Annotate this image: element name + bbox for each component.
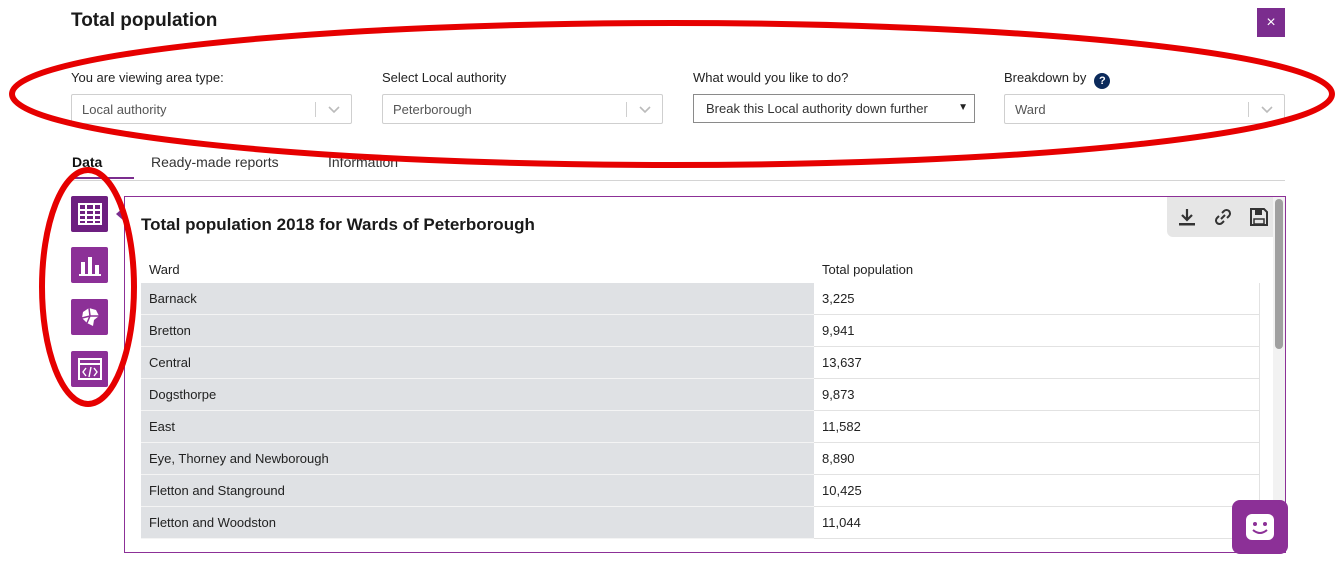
ward-cell: Barnack xyxy=(141,283,814,315)
ward-cell: Bretton xyxy=(141,314,814,347)
table-icon xyxy=(77,203,102,225)
population-cell: 13,637 xyxy=(814,346,1260,379)
active-view-pointer xyxy=(116,207,124,221)
link-button[interactable] xyxy=(1213,207,1233,227)
table-header-row: Ward Total population xyxy=(141,255,1260,283)
map-icon xyxy=(81,307,99,326)
table-row: Bretton 9,941 xyxy=(141,314,1260,347)
tab-information[interactable]: Information xyxy=(328,154,398,170)
select-separator xyxy=(1248,102,1249,117)
population-cell: 11,582 xyxy=(814,410,1260,443)
local-authority-value: Peterborough xyxy=(393,101,472,117)
table-row: Barnack 3,225 xyxy=(141,283,1260,315)
column-header-ward[interactable]: Ward xyxy=(141,255,814,283)
local-authority-select[interactable]: Peterborough xyxy=(382,94,663,124)
bar-chart-icon xyxy=(78,257,101,276)
panel-toolbar xyxy=(1167,197,1275,237)
ward-cell: East xyxy=(141,410,814,443)
tab-data[interactable]: Data xyxy=(72,154,102,170)
ward-cell: Fletton and Woodston xyxy=(141,506,814,539)
population-cell: 10,425 xyxy=(814,474,1260,507)
save-icon xyxy=(1250,208,1268,226)
embed-view-button[interactable] xyxy=(71,351,108,387)
chevron-down-icon xyxy=(1261,106,1273,114)
population-cell: 8,890 xyxy=(814,442,1260,475)
table-view-button[interactable] xyxy=(71,196,108,232)
action-value: Break this Local authority down further xyxy=(706,101,928,116)
area-type-label: You are viewing area type: xyxy=(71,70,224,85)
population-cell: 9,873 xyxy=(814,378,1260,411)
chart-view-button[interactable] xyxy=(71,247,108,283)
download-button[interactable] xyxy=(1177,207,1197,227)
table-row: Fletton and Woodston 11,044 xyxy=(141,506,1260,539)
ward-cell: Dogsthorpe xyxy=(141,378,814,411)
caret-down-icon: ▼ xyxy=(958,102,968,113)
action-select[interactable]: Break this Local authority down further … xyxy=(693,94,975,123)
table-row: East 11,582 xyxy=(141,410,1260,443)
tab-ready-made-reports[interactable]: Ready-made reports xyxy=(151,154,279,170)
table-row: Eye, Thorney and Newborough 8,890 xyxy=(141,442,1260,475)
population-cell: 3,225 xyxy=(814,283,1260,315)
map-view-button[interactable] xyxy=(71,299,108,335)
data-panel: Total population 2018 for Wards of Peter… xyxy=(124,196,1286,553)
ward-cell: Central xyxy=(141,346,814,379)
smiley-chat-icon xyxy=(1246,514,1274,540)
select-separator xyxy=(315,102,316,117)
population-table: Ward Total population Barnack 3,225 Brett… xyxy=(141,255,1260,539)
breakdown-label: Breakdown by? xyxy=(1004,70,1111,89)
action-label: What would you like to do? xyxy=(693,70,849,85)
save-button[interactable] xyxy=(1249,207,1269,227)
chevron-down-icon xyxy=(639,106,651,114)
scrollbar-thumb[interactable] xyxy=(1275,199,1283,349)
select-separator xyxy=(626,102,627,117)
panel-title: Total population 2018 for Wards of Peter… xyxy=(141,215,535,234)
tab-bar: Data Ready-made reports Information xyxy=(71,150,1285,181)
download-icon xyxy=(1179,209,1195,226)
vertical-scrollbar[interactable] xyxy=(1273,197,1285,552)
close-button[interactable]: × xyxy=(1257,8,1285,37)
help-icon[interactable]: ? xyxy=(1094,73,1111,89)
ward-cell: Eye, Thorney and Newborough xyxy=(141,442,814,475)
population-cell: 9,941 xyxy=(814,314,1260,347)
chevron-down-icon xyxy=(328,106,340,114)
chat-assistant-button[interactable] xyxy=(1232,500,1288,554)
active-tab-indicator xyxy=(71,177,134,179)
table-row: Central 13,637 xyxy=(141,346,1260,379)
table-row: Dogsthorpe 9,873 xyxy=(141,378,1260,411)
link-icon xyxy=(1214,208,1232,226)
area-type-select[interactable]: Local authority xyxy=(71,94,352,124)
breakdown-value: Ward xyxy=(1015,101,1046,117)
table-row: Fletton and Stanground 10,425 xyxy=(141,474,1260,507)
breakdown-label-text: Breakdown by xyxy=(1004,70,1087,85)
breakdown-select[interactable]: Ward xyxy=(1004,94,1285,124)
ward-cell: Fletton and Stanground xyxy=(141,474,814,507)
column-header-population[interactable]: Total population xyxy=(814,255,1260,283)
local-authority-label: Select Local authority xyxy=(382,70,507,85)
area-type-value: Local authority xyxy=(82,101,167,117)
embed-code-icon xyxy=(77,358,102,380)
page-title: Total population xyxy=(71,10,218,31)
population-cell: 11,044 xyxy=(814,506,1260,539)
